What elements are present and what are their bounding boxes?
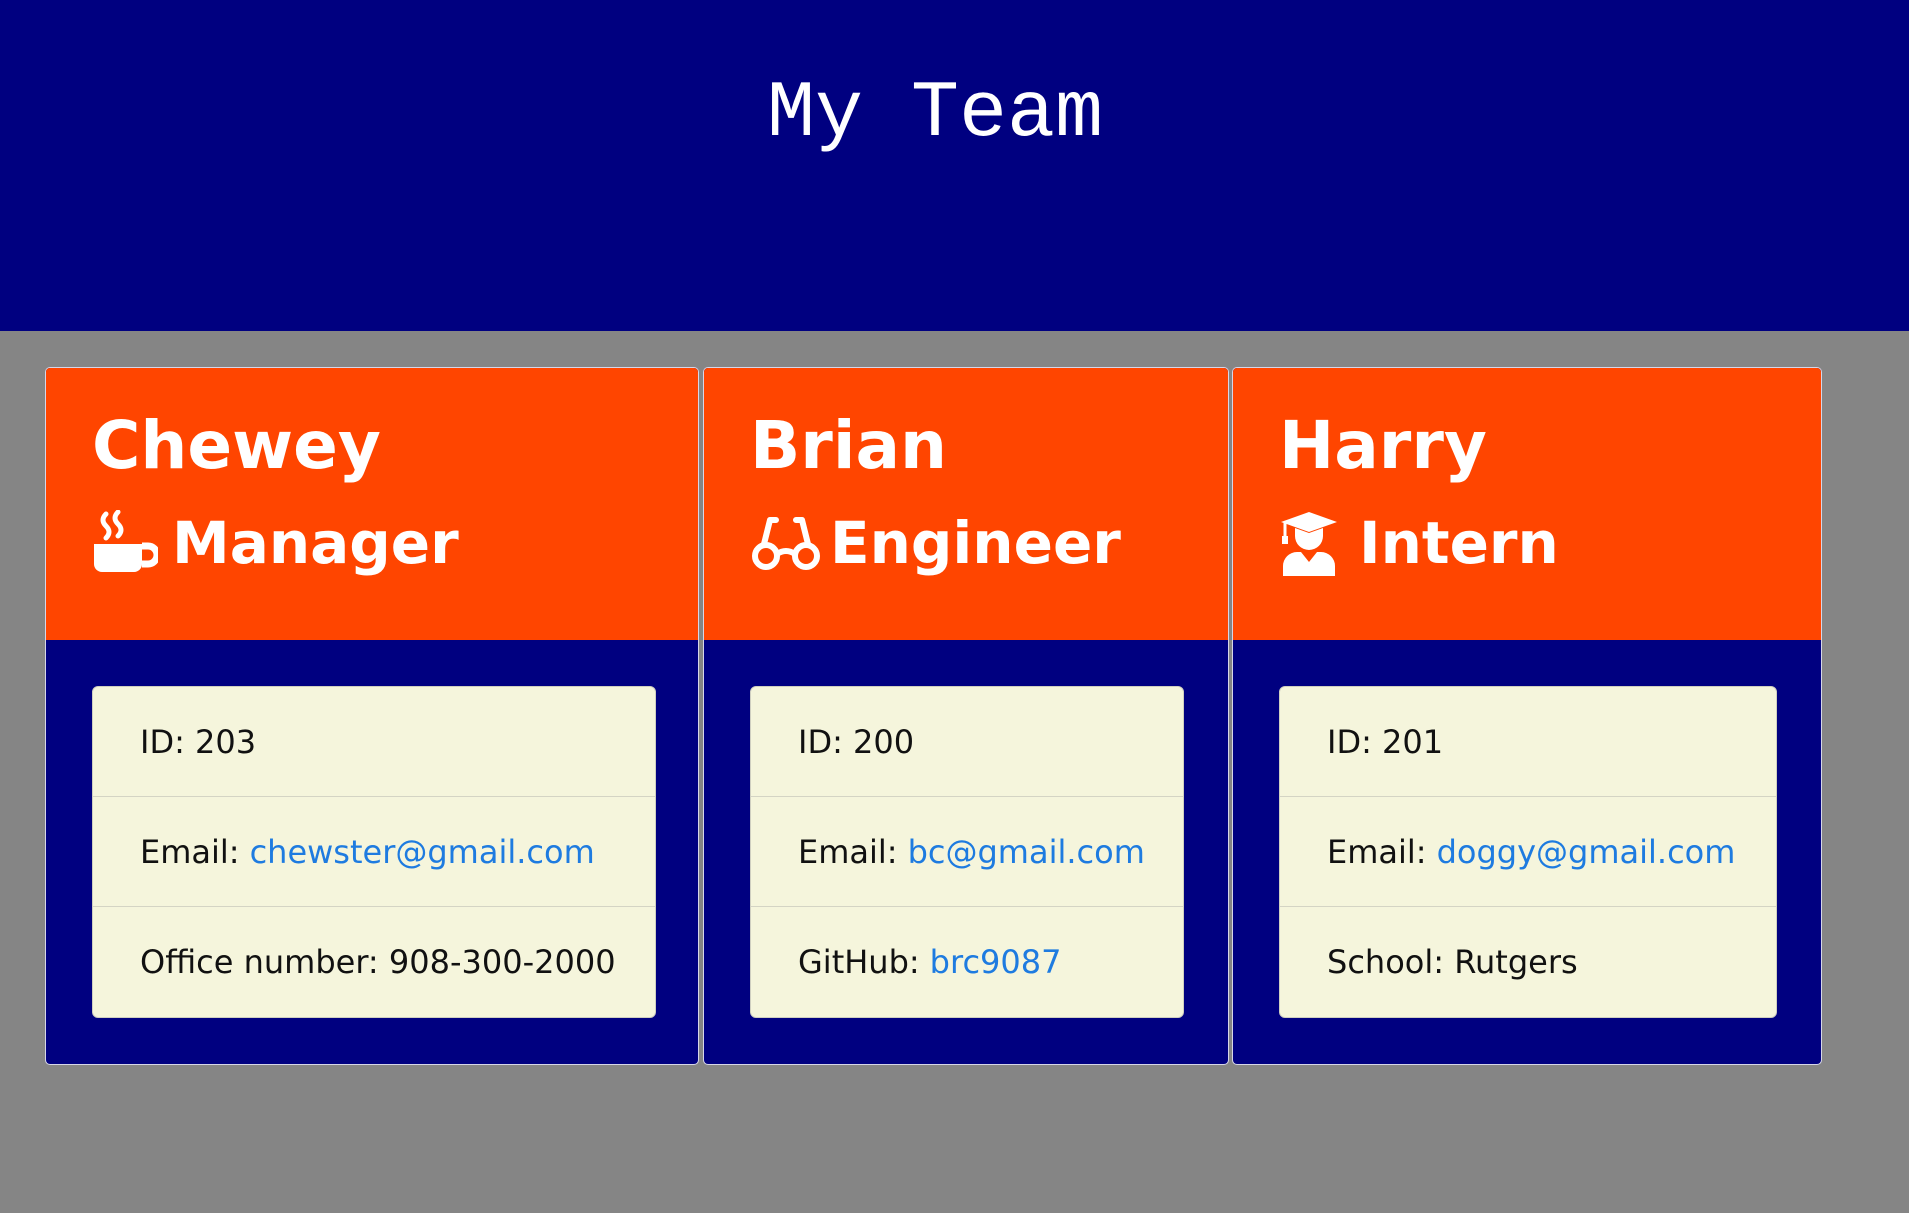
info-list: ID: 201 Email: doggy@gmail.com School: R… bbox=[1279, 686, 1777, 1018]
email-row: Email: doggy@gmail.com bbox=[1280, 797, 1776, 907]
github-row: GitHub: brc9087 bbox=[751, 907, 1183, 1016]
id-row: ID: 200 bbox=[751, 687, 1183, 797]
email-link[interactable]: chewster@gmail.com bbox=[250, 833, 595, 871]
email-link[interactable]: bc@gmail.com bbox=[908, 833, 1145, 871]
card-header: Chewey Manager bbox=[46, 368, 698, 640]
employee-role: Engineer bbox=[750, 508, 1121, 578]
office-number-row: Office number: 908-300-2000 bbox=[93, 907, 655, 1016]
mug-icon bbox=[92, 510, 158, 576]
employee-role: Intern bbox=[1279, 508, 1559, 578]
employee-role-label: Manager bbox=[172, 509, 459, 577]
card-header: Brian Engineer bbox=[704, 368, 1228, 640]
info-list: ID: 200 Email: bc@gmail.com GitHub: brc9… bbox=[750, 686, 1184, 1018]
email-label: Email: bbox=[798, 832, 898, 871]
employee-role: Manager bbox=[92, 508, 459, 578]
employee-id: ID: 203 bbox=[140, 722, 257, 761]
employee-card-engineer: Brian Engineer ID: 200 Email: bc@gmail.c… bbox=[703, 367, 1229, 1065]
email-link[interactable]: doggy@gmail.com bbox=[1437, 833, 1736, 871]
id-row: ID: 201 bbox=[1280, 687, 1776, 797]
info-list: ID: 203 Email: chewster@gmail.com Office… bbox=[92, 686, 656, 1018]
employee-role-label: Engineer bbox=[830, 509, 1121, 577]
employee-name: Harry bbox=[1279, 407, 1487, 484]
email-row: Email: bc@gmail.com bbox=[751, 797, 1183, 907]
github-link[interactable]: brc9087 bbox=[930, 943, 1062, 981]
email-label: Email: bbox=[140, 832, 240, 871]
school-row: School: Rutgers bbox=[1280, 907, 1776, 1016]
school: School: Rutgers bbox=[1327, 942, 1578, 981]
github-label: GitHub: bbox=[798, 942, 920, 981]
employee-name: Chewey bbox=[92, 407, 381, 484]
employee-id: ID: 200 bbox=[798, 722, 915, 761]
employee-card-manager: Chewey Manager ID: 203 Email: chewster@g… bbox=[45, 367, 699, 1065]
graduate-icon bbox=[1279, 510, 1345, 576]
page-title: My Team bbox=[766, 69, 1104, 160]
office-number: Office number: 908-300-2000 bbox=[140, 942, 616, 981]
card-header: Harry Intern bbox=[1233, 368, 1821, 640]
email-label: Email: bbox=[1327, 832, 1427, 871]
email-row: Email: chewster@gmail.com bbox=[93, 797, 655, 907]
id-row: ID: 203 bbox=[93, 687, 655, 797]
employee-id: ID: 201 bbox=[1327, 722, 1444, 761]
employee-name: Brian bbox=[750, 407, 948, 484]
employee-card-intern: Harry Intern ID: 201 Email: doggy@gmail.… bbox=[1232, 367, 1822, 1065]
employee-role-label: Intern bbox=[1359, 509, 1559, 577]
glasses-icon bbox=[750, 510, 820, 576]
page-header: My Team bbox=[0, 0, 1909, 331]
